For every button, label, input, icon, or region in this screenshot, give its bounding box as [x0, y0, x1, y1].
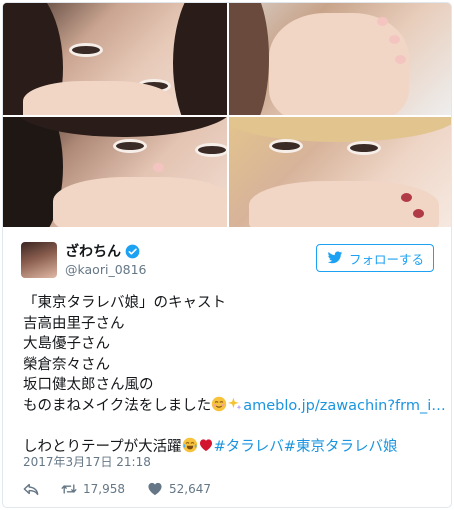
heart-icon [148, 482, 162, 496]
reply-button[interactable] [23, 482, 39, 496]
tweet-line: 「東京タラレバ娘」のキャスト [23, 295, 226, 311]
like-count: 52,647 [169, 482, 211, 496]
retweet-icon [61, 484, 77, 494]
sparkles-emoji-icon [228, 397, 242, 410]
tweet-link[interactable]: ameblo.jp/zawachin?frm_i… [243, 398, 446, 414]
hashtag-link[interactable]: #タラレバ [214, 439, 284, 455]
retweet-count: 17,958 [83, 482, 125, 496]
tweet-line-text: ものまねメイク法をしました [23, 397, 212, 414]
photo-3[interactable] [3, 117, 227, 227]
twitter-bird-icon [327, 251, 343, 264]
tweet-actions: 17,958 52,647 [23, 479, 283, 499]
reply-icon [23, 483, 39, 496]
tweet-line: 大島優子さん [23, 336, 110, 352]
verified-badge-icon [125, 244, 140, 259]
tweet-card: ざわちん @kaori_0816 フォローする 「東京タラレバ娘」のキャスト 吉… [2, 2, 452, 508]
tweet-header: ざわちん @kaori_0816 フォローする [3, 229, 451, 289]
photo-4[interactable] [229, 117, 451, 227]
tears-of-joy-emoji-icon [182, 437, 197, 452]
hashtag-link[interactable]: #東京タラレバ娘 [284, 439, 398, 455]
follow-button-label: フォローする [349, 251, 425, 267]
tweet-line: 榮倉奈々さん [23, 356, 110, 373]
photo-grid[interactable] [3, 3, 451, 227]
like-button[interactable]: 52,647 [147, 482, 211, 496]
tweet-timestamp[interactable]: 2017年3月17日 21:18 [23, 453, 151, 470]
display-name[interactable]: ざわちん [65, 243, 121, 261]
tweet-line: 坂口健太郎さん風の [23, 377, 154, 393]
tweet-line: 吉高由里子さん [23, 315, 125, 332]
photo-1[interactable] [3, 3, 227, 115]
tweet-line: ものまねメイク法をしました ameblo.jp/zawachin?frm_i… [23, 396, 446, 417]
red-heart-emoji-icon [199, 438, 212, 451]
relieved-face-emoji-icon [212, 396, 227, 411]
tweet-text: 「東京タラレバ娘」のキャスト 吉高由里子さん 大島優子さん 榮倉奈々さん 坂口健… [23, 293, 446, 457]
avatar[interactable] [21, 242, 57, 278]
user-handle[interactable]: @kaori_0816 [65, 262, 147, 278]
follow-button[interactable]: フォローする [316, 244, 434, 272]
retweet-button[interactable]: 17,958 [61, 482, 125, 496]
photo-2[interactable] [229, 3, 451, 115]
